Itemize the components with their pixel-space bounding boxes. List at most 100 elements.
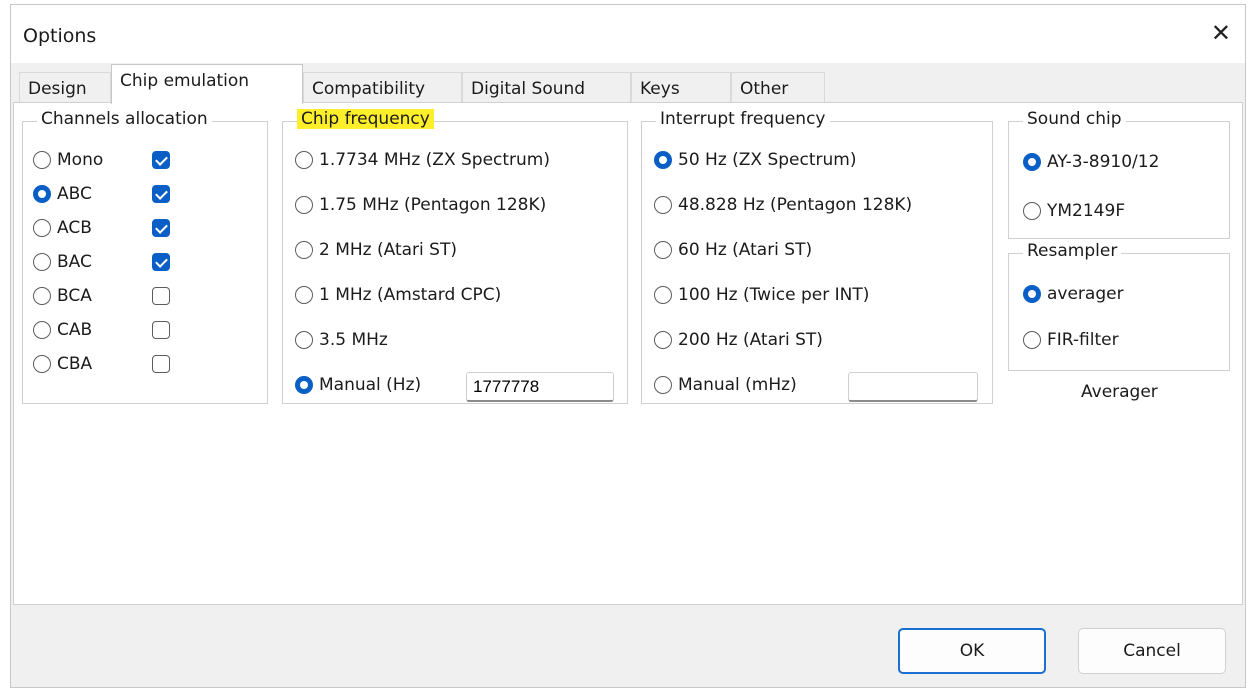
interrupt-frequency-option-label: 100 Hz (Twice per INT): [678, 285, 870, 305]
radio-button[interactable]: [295, 241, 313, 259]
chip-emulation-panel: Channels allocation Mono ABC ACB BAC BCA CAB C…: [13, 102, 1243, 605]
tab-keys[interactable]: Keys: [631, 72, 731, 103]
channel-radio-acb[interactable]: ACB: [33, 215, 92, 241]
channel-label: ABC: [57, 184, 92, 204]
cancel-button[interactable]: Cancel: [1078, 628, 1226, 674]
radio-button[interactable]: [1023, 331, 1041, 349]
sound-chip-radio-ay-3-8910-12[interactable]: AY-3-8910/12: [1023, 149, 1159, 175]
radio-button[interactable]: [654, 331, 672, 349]
tab-strip: Design Chip emulation Compatibility Digi…: [11, 63, 1245, 104]
channel-checkbox-bac[interactable]: [152, 253, 170, 271]
interrupt-frequency-radio-100-hz-twice-per-int[interactable]: 100 Hz (Twice per INT): [654, 282, 869, 308]
interrupt-frequency-radio-200-hz-atari-st[interactable]: 200 Hz (Atari ST): [654, 327, 823, 353]
radio-button[interactable]: [33, 185, 51, 203]
radio-button[interactable]: [33, 321, 51, 339]
channel-radio-bac[interactable]: BAC: [33, 249, 92, 275]
radio-button[interactable]: [33, 253, 51, 271]
channel-checkbox-cba[interactable]: [152, 355, 170, 373]
radio-button[interactable]: [654, 376, 672, 394]
channel-radio-mono[interactable]: Mono: [33, 147, 103, 173]
radio-button[interactable]: [295, 376, 313, 394]
channel-checkbox-abc[interactable]: [152, 185, 170, 203]
chip-frequency-radio-3-5-mhz[interactable]: 3.5 MHz: [295, 327, 388, 353]
chip-frequency-option-label: 2 MHz (Atari ST): [319, 240, 457, 260]
resampler-group: Resampler averager FIR-filter: [1008, 241, 1230, 371]
interrupt-frequency-radio-60-hz-atari-st[interactable]: 60 Hz (Atari ST): [654, 237, 812, 263]
interrupt-frequency-option-label: Manual (mHz): [678, 375, 797, 395]
interrupt-frequency-manual-input[interactable]: [848, 372, 978, 402]
sound-chip-option-label: AY-3-8910/12: [1047, 152, 1160, 172]
radio-button[interactable]: [33, 355, 51, 373]
tab-digital-sound[interactable]: Digital Sound: [462, 72, 631, 103]
options-dialog: Options ✕ Design Chip emulation Compatib…: [10, 4, 1246, 688]
resampler-radio-fir-filter[interactable]: FIR-filter: [1023, 327, 1119, 353]
chip-frequency-radio-1-7734-mhz-zx-spectrum[interactable]: 1.7734 MHz (ZX Spectrum): [295, 147, 550, 173]
resampler-status: Averager: [1081, 382, 1158, 402]
radio-button[interactable]: [33, 219, 51, 237]
chip-frequency-option-label: 1 MHz (Amstard CPC): [319, 285, 502, 305]
title-bar: Options ✕: [11, 5, 1245, 63]
channel-radio-cba[interactable]: CBA: [33, 351, 92, 377]
sound-chip-group: Sound chip AY-3-8910/12 YM2149F: [1008, 109, 1230, 239]
radio-button[interactable]: [33, 151, 51, 169]
interrupt-frequency-title: Interrupt frequency: [656, 109, 830, 129]
radio-button[interactable]: [295, 151, 313, 169]
channel-label: CAB: [57, 320, 93, 340]
tab-design[interactable]: Design: [19, 72, 111, 103]
chip-frequency-radio-manual-hz[interactable]: Manual (Hz): [295, 372, 421, 398]
channel-checkbox-acb[interactable]: [152, 219, 170, 237]
interrupt-frequency-radio-48-828-hz-pentagon-128k[interactable]: 48.828 Hz (Pentagon 128K): [654, 192, 912, 218]
channel-radio-bca[interactable]: BCA: [33, 283, 92, 309]
tab-chip-emulation[interactable]: Chip emulation: [111, 64, 303, 104]
channel-checkbox-mono[interactable]: [152, 151, 170, 169]
tab-other[interactable]: Other: [731, 72, 825, 103]
radio-button[interactable]: [654, 286, 672, 304]
radio-button[interactable]: [295, 196, 313, 214]
interrupt-frequency-option-label: 48.828 Hz (Pentagon 128K): [678, 195, 913, 215]
radio-button[interactable]: [295, 286, 313, 304]
chip-frequency-option-label: 3.5 MHz: [319, 330, 388, 350]
channel-label: Mono: [57, 150, 104, 170]
radio-button[interactable]: [1023, 202, 1041, 220]
channels-allocation-title: Channels allocation: [37, 109, 212, 129]
sound-chip-radio-ym2149f[interactable]: YM2149F: [1023, 198, 1125, 224]
channel-label: BAC: [57, 252, 92, 272]
resampler-radio-averager[interactable]: averager: [1023, 281, 1124, 307]
channel-radio-cab[interactable]: CAB: [33, 317, 92, 343]
window-title: Options: [23, 25, 97, 47]
channel-checkbox-bca[interactable]: [152, 287, 170, 305]
tab-compatibility[interactable]: Compatibility: [303, 72, 462, 103]
radio-button[interactable]: [1023, 285, 1041, 303]
channel-radio-abc[interactable]: ABC: [33, 181, 92, 207]
channel-label: BCA: [57, 286, 92, 306]
resampler-option-label: averager: [1047, 284, 1124, 304]
channel-label: ACB: [57, 218, 92, 238]
interrupt-frequency-option-label: 50 Hz (ZX Spectrum): [678, 150, 857, 170]
chip-frequency-option-label: Manual (Hz): [319, 375, 422, 395]
ok-button[interactable]: OK: [898, 628, 1046, 674]
chip-frequency-radio-1-75-mhz-pentagon-128k[interactable]: 1.75 MHz (Pentagon 128K): [295, 192, 546, 218]
channel-checkbox-cab[interactable]: [152, 321, 170, 339]
sound-chip-option-label: YM2149F: [1047, 201, 1126, 221]
radio-button[interactable]: [654, 151, 672, 169]
resampler-option-label: FIR-filter: [1047, 330, 1119, 350]
chip-frequency-option-label: 1.7734 MHz (ZX Spectrum): [319, 150, 551, 170]
interrupt-frequency-radio-50-hz-zx-spectrum[interactable]: 50 Hz (ZX Spectrum): [654, 147, 856, 173]
chip-frequency-radio-1-mhz-amstard-cpc[interactable]: 1 MHz (Amstard CPC): [295, 282, 501, 308]
interrupt-frequency-group: Interrupt frequency 50 Hz (ZX Spectrum) 4…: [641, 109, 993, 404]
close-icon[interactable]: ✕: [1211, 21, 1231, 45]
chip-frequency-option-label: 1.75 MHz (Pentagon 128K): [319, 195, 547, 215]
interrupt-frequency-option-label: 200 Hz (Atari ST): [678, 330, 823, 350]
interrupt-frequency-radio-manual-mhz[interactable]: Manual (mHz): [654, 372, 797, 398]
chip-frequency-group: Chip frequency 1.7734 MHz (ZX Spectrum) 1…: [282, 109, 628, 404]
radio-button[interactable]: [33, 287, 51, 305]
radio-button[interactable]: [295, 331, 313, 349]
radio-button[interactable]: [654, 241, 672, 259]
chip-frequency-radio-2-mhz-atari-st[interactable]: 2 MHz (Atari ST): [295, 237, 457, 263]
radio-button[interactable]: [654, 196, 672, 214]
resampler-title: Resampler: [1023, 241, 1122, 261]
sound-chip-title: Sound chip: [1023, 109, 1126, 129]
chip-frequency-manual-input[interactable]: [466, 372, 614, 402]
channels-allocation-group: Channels allocation Mono ABC ACB BAC BCA CAB C…: [22, 109, 268, 404]
radio-button[interactable]: [1023, 153, 1041, 171]
